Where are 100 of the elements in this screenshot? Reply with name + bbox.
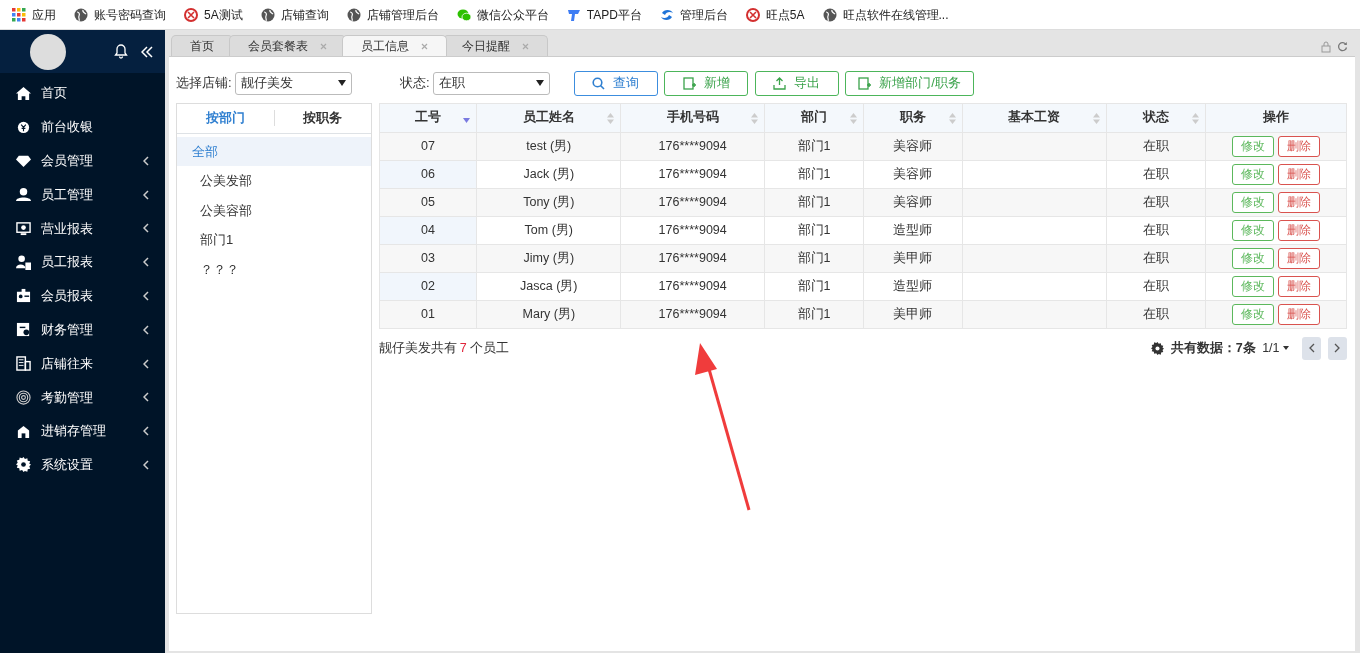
tree-item[interactable]: 部门1 — [177, 225, 371, 255]
collapse-icon[interactable] — [141, 45, 153, 58]
sort-icon — [850, 112, 857, 124]
sort-icon — [1191, 112, 1199, 124]
delete-button[interactable]: 删除 — [1277, 303, 1320, 325]
table-cell: 01 — [379, 300, 477, 328]
sidebar-item[interactable]: 店铺往来 — [0, 346, 165, 381]
house-icon — [16, 423, 31, 439]
table-cell: Tony (男) — [476, 188, 621, 216]
delete-button[interactable]: 删除 — [1277, 191, 1320, 213]
tree-item[interactable]: 公美容部 — [177, 195, 371, 226]
bookmark-link[interactable]: 店铺查询 — [260, 5, 329, 24]
table-cell: 部门1 — [764, 132, 864, 160]
chevron-left-icon — [1308, 343, 1315, 353]
sidebar-item[interactable]: 首页 — [0, 76, 165, 111]
apps-grid-icon — [12, 7, 26, 22]
table-cell: 造型师 — [863, 216, 963, 244]
column-header[interactable]: 手机号码 — [620, 103, 765, 132]
id-card-icon — [16, 288, 31, 304]
column-header[interactable]: 工号 — [379, 103, 477, 132]
bell-icon[interactable] — [114, 44, 128, 59]
toolbar-button[interactable]: 查询 — [573, 70, 658, 96]
chevron-icon — [143, 257, 149, 268]
bookmark-link[interactable]: TAPD平台 — [566, 5, 642, 24]
lock-icon[interactable] — [1320, 40, 1331, 53]
sidebar-item[interactable]: 员工管理 — [0, 177, 165, 212]
bookmark-link[interactable]: 店铺管理后台 — [346, 5, 439, 24]
chevron-right-icon — [1334, 343, 1340, 353]
sidebar-item[interactable]: 系统设置 — [0, 448, 165, 482]
sidebar-item[interactable]: 前台收银 — [0, 110, 165, 144]
tree-item[interactable]: 公美发部 — [177, 166, 371, 196]
refresh-icon[interactable] — [1337, 40, 1348, 52]
sort-descending-icon — [463, 117, 471, 123]
table-cell: Jack (男) — [476, 160, 621, 188]
bookmark-link[interactable]: 5A测试 — [184, 5, 243, 24]
page-tab[interactable]: 员工信息 — [342, 35, 447, 56]
table-cell: 在职 — [1106, 300, 1206, 328]
settings-icon[interactable] — [1151, 341, 1165, 355]
sidebar-item[interactable]: 会员管理 — [0, 143, 165, 178]
monitor-icon — [16, 220, 31, 236]
tree-item[interactable]: ？？？ — [177, 254, 371, 285]
table-cell: 在职 — [1106, 188, 1206, 216]
table-cell: test (男) — [476, 132, 621, 160]
table-cell: 部门1 — [764, 300, 864, 328]
close-icon[interactable] — [320, 42, 327, 50]
group-tab[interactable]: 按部门 — [177, 103, 274, 133]
group-tab[interactable]: 按职务 — [274, 103, 371, 133]
delete-button[interactable]: 删除 — [1277, 135, 1320, 157]
column-header[interactable]: 职务 — [863, 103, 963, 132]
sidebar-item[interactable]: 会员报表 — [0, 279, 165, 313]
table-cell: 在职 — [1106, 272, 1206, 300]
chevron-icon — [143, 358, 149, 369]
tree-item[interactable]: 全部 — [177, 136, 371, 167]
delete-button[interactable]: 删除 — [1277, 275, 1320, 297]
select-field[interactable]: 在职 — [432, 71, 550, 95]
chevron-icon — [143, 392, 149, 403]
table-cell: 176****9094 — [620, 300, 765, 328]
upload-icon — [773, 76, 787, 90]
globe-icon — [260, 7, 275, 22]
tapd-logo-icon — [566, 7, 581, 22]
summary-text: 靓仔美发共有 — [378, 339, 457, 357]
bookmark-link[interactable]: 旺点软件在线管理... — [822, 5, 949, 24]
ring-logo-icon — [184, 7, 198, 22]
bookmark-link[interactable]: 管理后台 — [659, 5, 728, 24]
sidebar-item[interactable]: 考勤管理 — [0, 380, 165, 415]
table-cell: 在职 — [1106, 160, 1206, 188]
sort-icon — [948, 112, 956, 124]
delete-button[interactable]: 删除 — [1277, 219, 1320, 241]
caret-icon — [1283, 346, 1289, 351]
total-count: 共有数据：7条 — [1170, 339, 1256, 357]
bookmark-link[interactable]: 旺点5A — [745, 5, 805, 24]
column-header[interactable]: 员工姓名 — [476, 103, 621, 132]
delete-button[interactable]: 删除 — [1277, 247, 1320, 269]
column-header[interactable]: 基本工资 — [962, 103, 1107, 132]
fingerprint-icon — [16, 389, 31, 405]
sidebar-item[interactable]: 营业报表 — [0, 211, 165, 246]
table-cell: 部门1 — [764, 216, 864, 244]
bookmark-link[interactable]: 账号密码查询 — [74, 5, 166, 24]
page-size-dropdown[interactable]: 1/1 — [1262, 338, 1289, 358]
next-page-button[interactable] — [1327, 336, 1347, 360]
sidebar-item[interactable]: 员工报表 — [0, 245, 165, 280]
chevron-icon — [143, 459, 149, 470]
sidebar-item[interactable]: 进销存管理 — [0, 414, 165, 448]
column-header[interactable]: 操作 — [1205, 103, 1346, 132]
search-icon — [592, 76, 606, 90]
column-header[interactable]: 部门 — [764, 103, 864, 132]
table-cell: 176****9094 — [620, 272, 765, 300]
table-cell: 美容师 — [863, 188, 963, 216]
sidebar-item[interactable]: 财务管理 — [0, 312, 165, 347]
column-header[interactable]: 状态 — [1106, 103, 1206, 132]
user-document-icon — [16, 254, 31, 270]
select-field[interactable]: 靓仔美发 — [234, 71, 352, 95]
add-record-icon — [858, 76, 872, 90]
table-cell: 造型师 — [863, 272, 963, 300]
close-icon[interactable] — [522, 42, 529, 50]
bookmark-link[interactable]: 微信公众平台 — [456, 5, 549, 24]
delete-button[interactable]: 删除 — [1277, 163, 1320, 185]
bookmark-link[interactable]: 应用 — [12, 5, 56, 24]
close-icon[interactable] — [421, 42, 428, 50]
previous-page-button[interactable] — [1302, 336, 1321, 360]
